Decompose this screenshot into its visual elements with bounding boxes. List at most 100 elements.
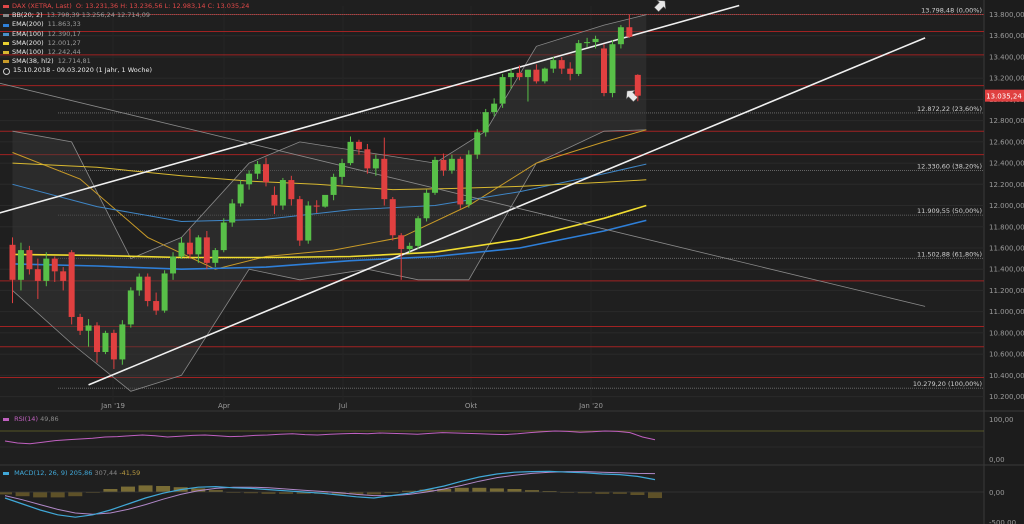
candle-body-61 <box>524 69 531 78</box>
candle-body-21 <box>186 242 193 255</box>
candle-body-66 <box>567 68 574 74</box>
candle-body-67 <box>575 43 582 74</box>
candle-body-60 <box>516 72 523 78</box>
macd-hist-29 <box>507 489 522 492</box>
y-tick-18: 13.800,00 <box>989 11 1024 19</box>
candle-body-12 <box>110 332 117 360</box>
candle-body-38 <box>330 176 337 195</box>
legend-bb-values: 13.798,39 13.256,24 12.714,09 <box>46 11 151 20</box>
candle-body-19 <box>170 256 177 274</box>
macd-hist-27 <box>472 487 487 492</box>
y-tick-12: 12.600,00 <box>989 138 1024 146</box>
candle-body-8 <box>77 316 84 331</box>
candle-body-11 <box>102 332 109 352</box>
fib-label-0: 13.798,48 (0,00%) <box>921 7 982 15</box>
rsi-swatch <box>3 417 9 421</box>
legend-range[interactable]: 15.10.2018 - 09.03.2020 (1 Jahr, 1 Woche… <box>3 66 249 75</box>
candle-body-72 <box>617 27 624 45</box>
candle-body-70 <box>601 48 607 94</box>
candle-body-16 <box>144 276 151 302</box>
macd-tick-1: -500,00 <box>989 519 1016 524</box>
candle-body-35 <box>305 205 312 241</box>
macd-value-2: 307,44 <box>94 469 118 477</box>
macd-value-1: 205,86 <box>69 469 93 477</box>
candle-body-22 <box>195 237 202 255</box>
candle-body-39 <box>339 163 346 177</box>
candle-body-15 <box>136 276 143 291</box>
candle-body-53 <box>457 158 464 205</box>
legend-sma100-swatch <box>3 51 9 55</box>
y-tick-10: 12.200,00 <box>989 181 1024 189</box>
macd-hist-6 <box>103 489 118 492</box>
y-tick-7: 11.600,00 <box>989 244 1024 252</box>
legend-main[interactable]: DAX (XETRA, Last) O: 13.231,36 H: 13.236… <box>3 2 249 11</box>
candle-body-28 <box>246 173 253 185</box>
legend-ema200-values: 11.863,33 <box>47 20 81 29</box>
candle-body-33 <box>288 180 295 200</box>
legend-ema100[interactable]: EMA(100) 12.390,17 <box>3 30 249 39</box>
legend-sma200-values: 12.001,27 <box>47 38 81 47</box>
y-tick-4: 11.000,00 <box>989 308 1024 316</box>
candle-body-69 <box>592 38 599 43</box>
candle-body-58 <box>499 77 506 104</box>
legend-bb[interactable]: BB(20; 2) 13.798,39 13.256,24 12.714,09 <box>3 11 249 20</box>
macd-hist-2 <box>33 492 48 498</box>
candle-body-18 <box>161 273 168 311</box>
candle-body-56 <box>482 112 489 133</box>
candle-body-63 <box>541 68 548 82</box>
candle-body-3 <box>34 269 41 281</box>
candle-body-1 <box>17 250 24 280</box>
legend-sma38-swatch <box>3 60 9 64</box>
legend-sma38-label: SMA(38, hl2) <box>12 57 54 66</box>
candle-body-73 <box>626 27 633 37</box>
y-tick-9: 12.000,00 <box>989 202 1024 210</box>
candle-body-31 <box>271 194 278 206</box>
legend-sma200[interactable]: SMA(200) 12.001,27 <box>3 39 249 48</box>
x-tick-0: Jan '19 <box>100 402 125 410</box>
legend-ema100-label: EMA(100) <box>12 29 44 38</box>
fib-label-5: 10.279,20 (100,00%) <box>913 380 982 388</box>
rsi-label-box[interactable]: RSI(14) 49,86 <box>3 415 59 423</box>
y-tick-6: 11.400,00 <box>989 266 1024 274</box>
legend-sma100[interactable]: SMA(100) 12.242,44 <box>3 48 249 57</box>
macd-label-box[interactable]: MACD(12, 26, 9) 205,86 307,44 -41,59 <box>3 469 140 477</box>
candle-body-52 <box>448 158 455 171</box>
x-tick-2: Jul <box>338 402 348 410</box>
candle-body-24 <box>212 250 219 263</box>
candle-body-34 <box>296 199 303 241</box>
candle-body-9 <box>85 325 92 331</box>
y-tick-1: 10.400,00 <box>989 372 1024 380</box>
y-tick-5: 11.200,00 <box>989 287 1024 295</box>
fib-label-2: 12.330,60 (38,20%) <box>917 162 982 170</box>
y-tick-13: 12.800,00 <box>989 117 1024 125</box>
candle-body-32 <box>279 180 286 206</box>
y-tick-2: 10.600,00 <box>989 351 1024 359</box>
macd-hist-4 <box>68 492 83 497</box>
candle-body-14 <box>127 290 134 325</box>
macd-hist-37 <box>648 492 662 499</box>
legend-sma38[interactable]: SMA(38, hl2) 12.714,81 <box>3 57 249 66</box>
candle-body-49 <box>423 192 430 219</box>
candle-body-65 <box>558 60 565 69</box>
macd-value-3: -41,59 <box>119 469 141 477</box>
candle-body-17 <box>153 301 160 311</box>
legend-main-label: DAX (XETRA, Last) <box>12 2 72 10</box>
candle-body-59 <box>508 72 515 78</box>
legend-sma100-values: 12.242,44 <box>47 48 81 57</box>
macd-hist-9 <box>156 486 171 492</box>
legend-sma200-label: SMA(200) <box>12 38 44 47</box>
candle-body-71 <box>609 44 616 94</box>
candle-body-45 <box>389 199 396 236</box>
candle-body-29 <box>254 164 261 174</box>
fib-label-3: 11.909,55 (50,00%) <box>917 207 982 215</box>
x-tick-3: Okt <box>465 402 478 410</box>
y-tick-11: 12.400,00 <box>989 160 1024 168</box>
legend-ema200[interactable]: EMA(200) 11.863,33 <box>3 20 249 29</box>
candle-body-47 <box>406 245 413 250</box>
candle-body-57 <box>491 103 498 113</box>
price-badge-text: 13.035,24 <box>986 93 1022 101</box>
legend-sma100-label: SMA(100) <box>12 48 44 57</box>
candle-body-25 <box>220 222 227 251</box>
macd-label: MACD(12, 26, 9) <box>14 469 68 477</box>
candle-body-6 <box>60 271 67 281</box>
